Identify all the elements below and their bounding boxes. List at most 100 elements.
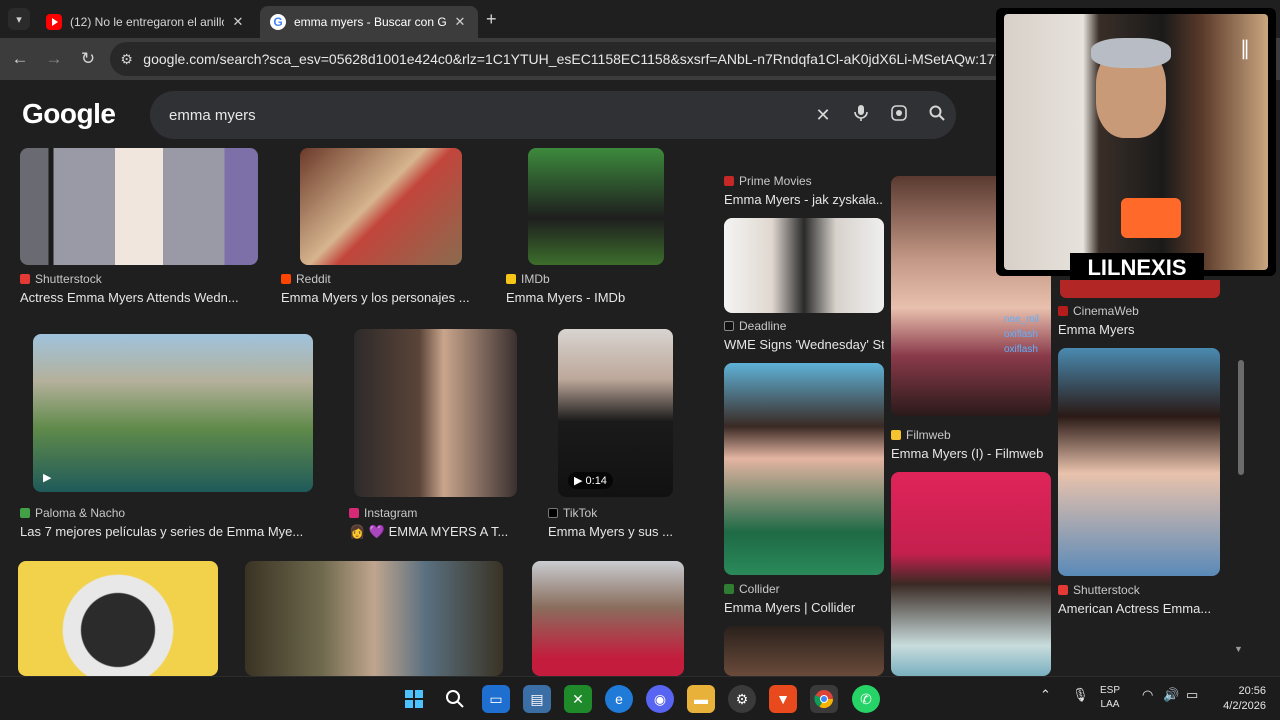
back-button[interactable]: ← xyxy=(8,47,32,71)
result-image[interactable] xyxy=(891,472,1051,676)
result-source: TikTok xyxy=(548,506,597,520)
chat-user: oxiflash xyxy=(1004,329,1038,340)
language-indicator[interactable]: ESP LAA xyxy=(1100,684,1120,712)
result-source: Deadline xyxy=(724,319,786,333)
google-icon: G xyxy=(270,14,286,30)
chrome-icon[interactable] xyxy=(810,685,838,713)
microphone-icon[interactable]: 🎙 xyxy=(1072,687,1089,703)
close-tab-icon[interactable]: ✕ xyxy=(230,14,246,30)
search-input[interactable]: emma myers xyxy=(150,107,804,124)
prime-movies-icon xyxy=(724,176,734,186)
result-tile[interactable]: ▶ Paloma & Nacho Las 7 mejores películas… xyxy=(20,334,325,544)
result-caption[interactable]: 👩 💜 EMMA MYERS A T... xyxy=(349,524,524,540)
result-tile[interactable] xyxy=(532,561,684,676)
discord-icon[interactable]: ◉ xyxy=(646,685,674,713)
result-caption[interactable]: Emma Myers xyxy=(1058,322,1220,337)
result-caption[interactable]: Emma Myers y los personajes ... xyxy=(281,290,486,305)
cinemaweb-icon xyxy=(1058,306,1068,316)
result-caption[interactable]: Emma Myers y sus ... xyxy=(548,524,688,539)
tab-google-search[interactable]: G emma myers - Buscar con Goo ✕ xyxy=(260,6,478,38)
address-bar[interactable]: ⚙ google.com/search?sca_esv=05628d1001e4… xyxy=(110,42,1010,76)
edge-icon[interactable]: e xyxy=(605,685,633,713)
result-image[interactable] xyxy=(300,148,462,265)
result-caption[interactable]: Las 7 mejores películas y series de Emma… xyxy=(20,524,325,539)
result-image[interactable]: ▶ xyxy=(33,334,313,492)
result-image[interactable] xyxy=(354,329,517,497)
site-info-icon[interactable]: ⚙ xyxy=(110,51,143,68)
result-tile[interactable] xyxy=(724,626,884,676)
result-source-label: Reddit xyxy=(296,272,331,286)
scroll-down-icon[interactable]: ▼ xyxy=(1234,644,1243,654)
volume-icon[interactable]: 🔊 xyxy=(1163,687,1179,703)
url-text: google.com/search?sca_esv=05628d1001e424… xyxy=(143,51,1010,67)
microphone-icon[interactable] xyxy=(842,104,880,127)
result-image[interactable] xyxy=(18,561,218,676)
show-hidden-icons[interactable]: ⌃ xyxy=(1040,687,1051,703)
forward-button[interactable]: → xyxy=(42,47,66,71)
result-tile[interactable]: Reddit Emma Myers y los personajes ... xyxy=(278,148,483,308)
google-logo[interactable]: Google xyxy=(22,98,116,130)
result-caption[interactable]: Emma Myers - jak zyskała... xyxy=(724,192,884,207)
result-tile[interactable]: ▶ 0:14 TikTok Emma Myers y sus ... xyxy=(548,329,688,544)
result-source-label: CinemaWeb xyxy=(1073,304,1139,318)
result-source: Shutterstock xyxy=(20,272,102,286)
result-source-label: Filmweb xyxy=(906,428,951,442)
result-image[interactable] xyxy=(20,148,258,265)
result-image[interactable] xyxy=(724,218,884,313)
result-tile[interactable] xyxy=(245,561,503,676)
result-tile[interactable]: Instagram 👩 💜 EMMA MYERS A T... xyxy=(349,329,524,544)
result-caption[interactable]: Emma Myers (I) - Filmweb xyxy=(891,446,1051,461)
tab-youtube[interactable]: (12) No le entregaron el anillo ✕ xyxy=(36,6,256,38)
steam-icon[interactable]: ⚙ xyxy=(728,685,756,713)
xbox-icon[interactable]: ✕ xyxy=(564,685,592,713)
search-icon[interactable] xyxy=(441,685,469,713)
tab-title: emma myers - Buscar con Goo xyxy=(294,15,446,29)
result-image[interactable] xyxy=(528,148,664,265)
result-source-label: Prime Movies xyxy=(739,174,812,188)
wifi-icon[interactable]: ◠ xyxy=(1142,687,1153,703)
result-caption[interactable]: Emma Myers | Collider xyxy=(724,600,884,615)
clear-icon[interactable]: ✕ xyxy=(804,105,842,126)
result-tile[interactable]: CinemaWeb Emma Myers xyxy=(1058,304,1220,344)
webcam-overlay: ∥ xyxy=(996,8,1276,276)
windows-start-icon[interactable] xyxy=(400,685,428,713)
tab-search-button[interactable]: ▾ xyxy=(8,8,30,30)
result-tile[interactable]: IMDb Emma Myers - IMDb xyxy=(506,148,688,308)
task-view-icon[interactable]: ▭ xyxy=(482,685,510,713)
result-caption[interactable]: American Actress Emma... xyxy=(1058,601,1220,616)
result-image[interactable] xyxy=(724,363,884,575)
filmweb-icon xyxy=(891,430,901,440)
result-image[interactable]: ▶ 0:14 xyxy=(558,329,673,497)
streamer-name: LILNEXIS xyxy=(1070,253,1204,283)
result-image[interactable] xyxy=(1058,348,1220,576)
result-source: IMDb xyxy=(506,272,550,286)
file-explorer-icon[interactable]: ▬ xyxy=(687,685,715,713)
result-caption[interactable]: Actress Emma Myers Attends Wedn... xyxy=(20,290,258,305)
store-icon[interactable]: ▤ xyxy=(523,685,551,713)
reload-button[interactable]: ↻ xyxy=(76,47,100,71)
result-tile[interactable] xyxy=(891,472,1051,676)
close-tab-icon[interactable]: ✕ xyxy=(452,14,468,30)
result-image[interactable] xyxy=(245,561,503,676)
new-tab-button[interactable]: + xyxy=(486,9,497,30)
brave-icon[interactable]: ▼ xyxy=(769,685,797,713)
result-caption[interactable]: WME Signs 'Wednesday' St... xyxy=(724,337,884,352)
system-clock[interactable]: 20:56 4/2/2026 xyxy=(1210,684,1266,714)
result-tile[interactable]: Prime Movies Emma Myers - jak zyskała... xyxy=(724,174,884,214)
lens-icon[interactable] xyxy=(880,104,918,127)
result-tile[interactable]: Shutterstock Actress Emma Myers Attends … xyxy=(20,148,258,308)
result-image[interactable] xyxy=(724,626,884,676)
chat-user: oxiflash xyxy=(1004,344,1038,355)
search-box[interactable]: emma myers ✕ xyxy=(150,91,956,139)
result-tile[interactable]: Collider Emma Myers | Collider xyxy=(724,363,884,615)
result-tile[interactable] xyxy=(18,561,218,676)
whatsapp-icon[interactable]: ✆ xyxy=(852,685,880,713)
pause-icon: ∥ xyxy=(1240,38,1250,60)
scrollbar-thumb[interactable] xyxy=(1238,360,1244,475)
result-image[interactable] xyxy=(532,561,684,676)
search-icon[interactable] xyxy=(918,104,956,127)
result-caption[interactable]: Emma Myers - IMDb xyxy=(506,290,688,305)
battery-icon[interactable]: ▭ xyxy=(1186,687,1198,703)
result-tile[interactable]: Shutterstock American Actress Emma... xyxy=(1058,348,1220,618)
result-tile[interactable]: Deadline WME Signs 'Wednesday' St... xyxy=(724,218,884,353)
